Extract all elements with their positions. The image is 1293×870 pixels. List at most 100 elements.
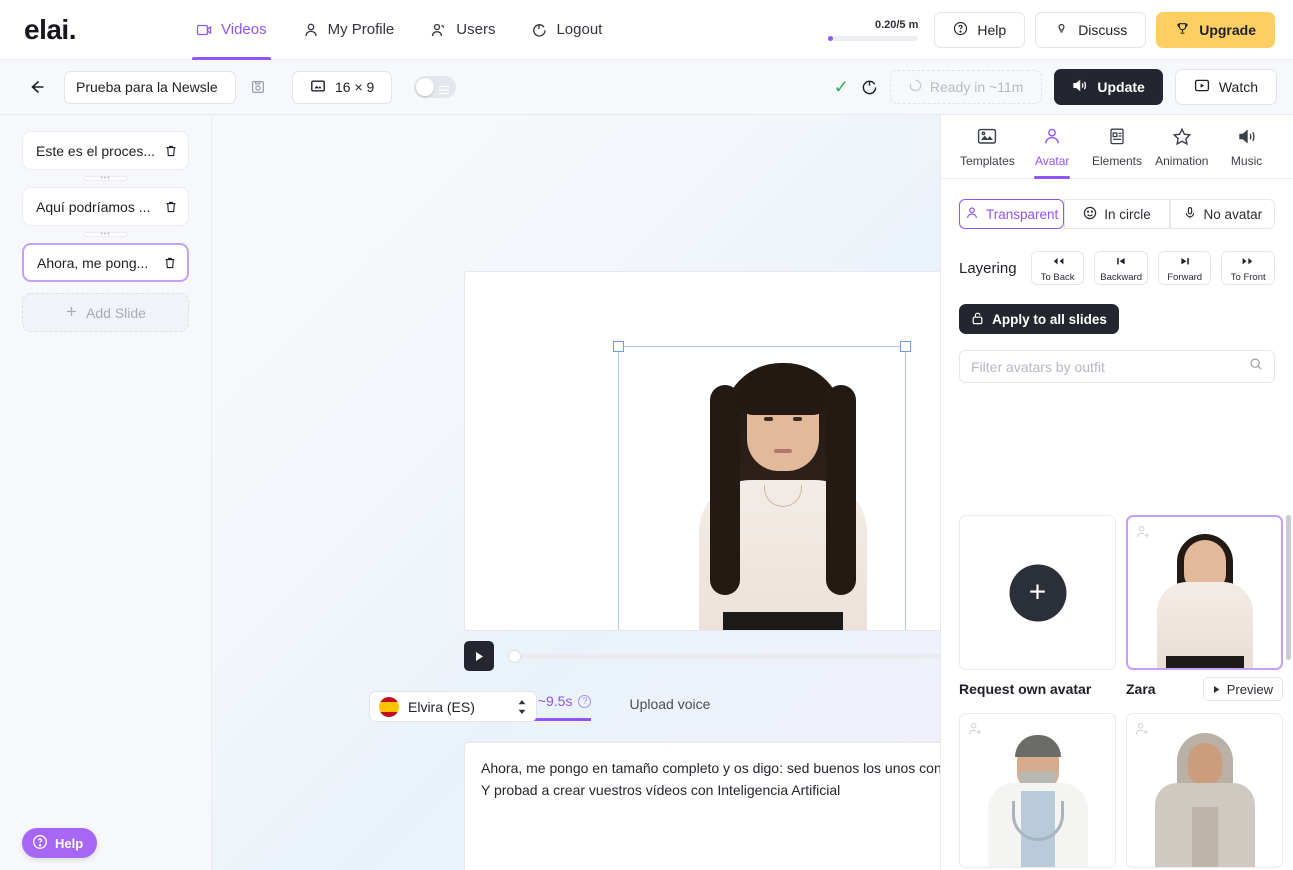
drag-dots: •••: [100, 231, 111, 238]
to-front-button[interactable]: To Front: [1221, 251, 1275, 285]
discuss-button-label: Discuss: [1078, 22, 1128, 38]
project-title-input[interactable]: [64, 70, 236, 104]
render-status-chip: Ready in ~11m: [889, 70, 1043, 104]
logout-icon: [531, 22, 547, 38]
upgrade-button[interactable]: Upgrade: [1156, 12, 1275, 48]
avatar-meta: Request own avatar: [959, 677, 1116, 701]
usage-label: 0.20/5 m: [874, 19, 919, 31]
avatar-image: [1150, 528, 1260, 668]
resize-handle-bottom-left[interactable]: [613, 630, 624, 631]
aspect-ratio-button[interactable]: 16 × 9: [292, 70, 393, 104]
slide-title: Aquí podríamos ...: [36, 198, 151, 215]
question-circle-icon: [32, 834, 48, 853]
play-box-icon: [1194, 78, 1210, 96]
save-button[interactable]: [250, 79, 266, 95]
forward-button[interactable]: Forward: [1157, 251, 1212, 285]
slide-item-2[interactable]: Aquí podríamos ...: [22, 187, 189, 226]
avatar-name: Zara: [1126, 681, 1156, 697]
nav-label: My Profile: [327, 21, 395, 38]
question-circle-icon: [953, 21, 968, 39]
avatar-image: [1150, 727, 1260, 867]
scrubber-knob[interactable]: [508, 649, 521, 663]
speech-text-editor[interactable]: Ahora, me pongo en tamaño completo y os …: [464, 742, 940, 870]
tab-music-label: Music: [1230, 154, 1263, 168]
tab-animation[interactable]: Animation: [1149, 127, 1214, 178]
double-right-icon: [1241, 253, 1255, 271]
loading-icon: [861, 79, 878, 96]
preview-button[interactable]: Preview: [1202, 677, 1283, 701]
tab-music[interactable]: Music: [1214, 127, 1279, 178]
update-button[interactable]: Update: [1054, 69, 1163, 105]
help-button-label: Help: [977, 22, 1007, 38]
delete-slide-icon[interactable]: [163, 256, 177, 270]
slide-item-3[interactable]: Ahora, me pong...: [22, 243, 189, 282]
nav-item-users[interactable]: Users: [414, 0, 511, 60]
tab-templates[interactable]: Templates: [955, 127, 1020, 178]
avatar-grid: + Request own avatar Zara Preview: [959, 515, 1283, 870]
mode-transparent[interactable]: Transparent: [959, 199, 1065, 229]
speech-text-line-2: Y probad a crear vuestros vídeos con Int…: [481, 782, 841, 798]
add-slide-button[interactable]: Add Slide: [22, 293, 189, 332]
resize-handle-top-left[interactable]: [613, 341, 624, 352]
mode-no-avatar-label: No avatar: [1203, 206, 1263, 222]
timeline-scrubber[interactable]: [508, 649, 940, 663]
watch-button[interactable]: Watch: [1174, 69, 1277, 105]
avatar-card-sandra[interactable]: Sandra Preview: [1126, 713, 1283, 870]
delete-slide-icon[interactable]: [164, 144, 178, 158]
person-icon: [1042, 127, 1062, 149]
apply-to-all-slides-button[interactable]: Apply to all slides: [959, 304, 1119, 334]
nav-label: Logout: [556, 21, 603, 38]
layering-controls: Layering To Back Backward Forward To Fro…: [959, 251, 1275, 285]
slide-item-1[interactable]: Este es el proces...: [22, 131, 189, 170]
editor-body: Este es el proces... ••• Aquí podríamos …: [0, 115, 1293, 870]
editor-toolbar: 16 × 9 ✓ Re: [0, 60, 1293, 115]
resize-handle-bottom-right[interactable]: [900, 630, 911, 631]
nav-item-logout[interactable]: Logout: [515, 0, 618, 60]
avatar-thumbnail[interactable]: +: [959, 515, 1116, 670]
slide-drag-handle-1[interactable]: •••: [83, 175, 128, 182]
mode-in-circle[interactable]: In circle: [1064, 199, 1170, 229]
info-icon[interactable]: ?: [578, 694, 592, 708]
video-canvas[interactable]: [464, 271, 940, 631]
back-button[interactable]: [22, 73, 50, 101]
avatar-grid-scrollbar[interactable]: [1286, 515, 1291, 660]
tab-avatar[interactable]: Avatar: [1020, 127, 1085, 179]
backward-button[interactable]: Backward: [1094, 251, 1148, 285]
slide-title: Este es el proces...: [36, 142, 156, 159]
request-avatar-plus-icon[interactable]: +: [1009, 564, 1066, 621]
top-header: elai. Videos My Profile Users Logout 0.2…: [0, 0, 1293, 60]
avatar-card-zara[interactable]: Zara Preview: [1126, 515, 1283, 701]
avatar-thumbnail[interactable]: [1126, 515, 1283, 670]
voice-selector[interactable]: Elvira (ES): [369, 691, 537, 722]
avatar-thumbnail[interactable]: [1126, 713, 1283, 868]
help-button[interactable]: Help: [934, 12, 1026, 48]
avatar-card-request[interactable]: + Request own avatar: [959, 515, 1116, 701]
app-logo[interactable]: elai.: [24, 14, 144, 46]
tab-avatar-label: Avatar: [1034, 154, 1070, 168]
delete-slide-icon[interactable]: [164, 200, 178, 214]
avatar-filter-input[interactable]: [971, 358, 1249, 375]
main-nav: Videos My Profile Users Logout: [180, 0, 618, 60]
tab-upload-voice[interactable]: Upload voice: [629, 696, 710, 721]
discuss-button[interactable]: Discuss: [1035, 12, 1147, 48]
avatar-card-chad[interactable]: Chad Preview: [959, 713, 1116, 870]
add-avatar-icon[interactable]: [1134, 721, 1151, 743]
slide-drag-handle-2[interactable]: •••: [83, 231, 128, 238]
slides-panel: Este es el proces... ••• Aquí podríamos …: [0, 115, 212, 870]
resize-handle-top-right[interactable]: [900, 341, 911, 352]
tab-elements[interactable]: Elements: [1085, 127, 1150, 178]
help-widget-button[interactable]: Help: [22, 828, 98, 858]
to-back-button[interactable]: To Back: [1030, 251, 1085, 285]
nav-item-videos[interactable]: Videos: [180, 0, 283, 60]
step-left-icon: [1114, 253, 1128, 271]
avatar-thumbnail[interactable]: [959, 713, 1116, 868]
script-view-toggle[interactable]: [414, 76, 457, 98]
add-avatar-icon[interactable]: [967, 721, 984, 743]
trophy-icon: [1175, 21, 1190, 39]
play-button[interactable]: [464, 641, 494, 671]
avatar-selection-box[interactable]: [613, 341, 911, 630]
nav-item-my-profile[interactable]: My Profile: [287, 0, 411, 60]
avatar-filter-box[interactable]: [959, 350, 1275, 383]
apply-to-all-label: Apply to all slides: [992, 311, 1107, 327]
mode-no-avatar[interactable]: No avatar: [1169, 199, 1275, 229]
